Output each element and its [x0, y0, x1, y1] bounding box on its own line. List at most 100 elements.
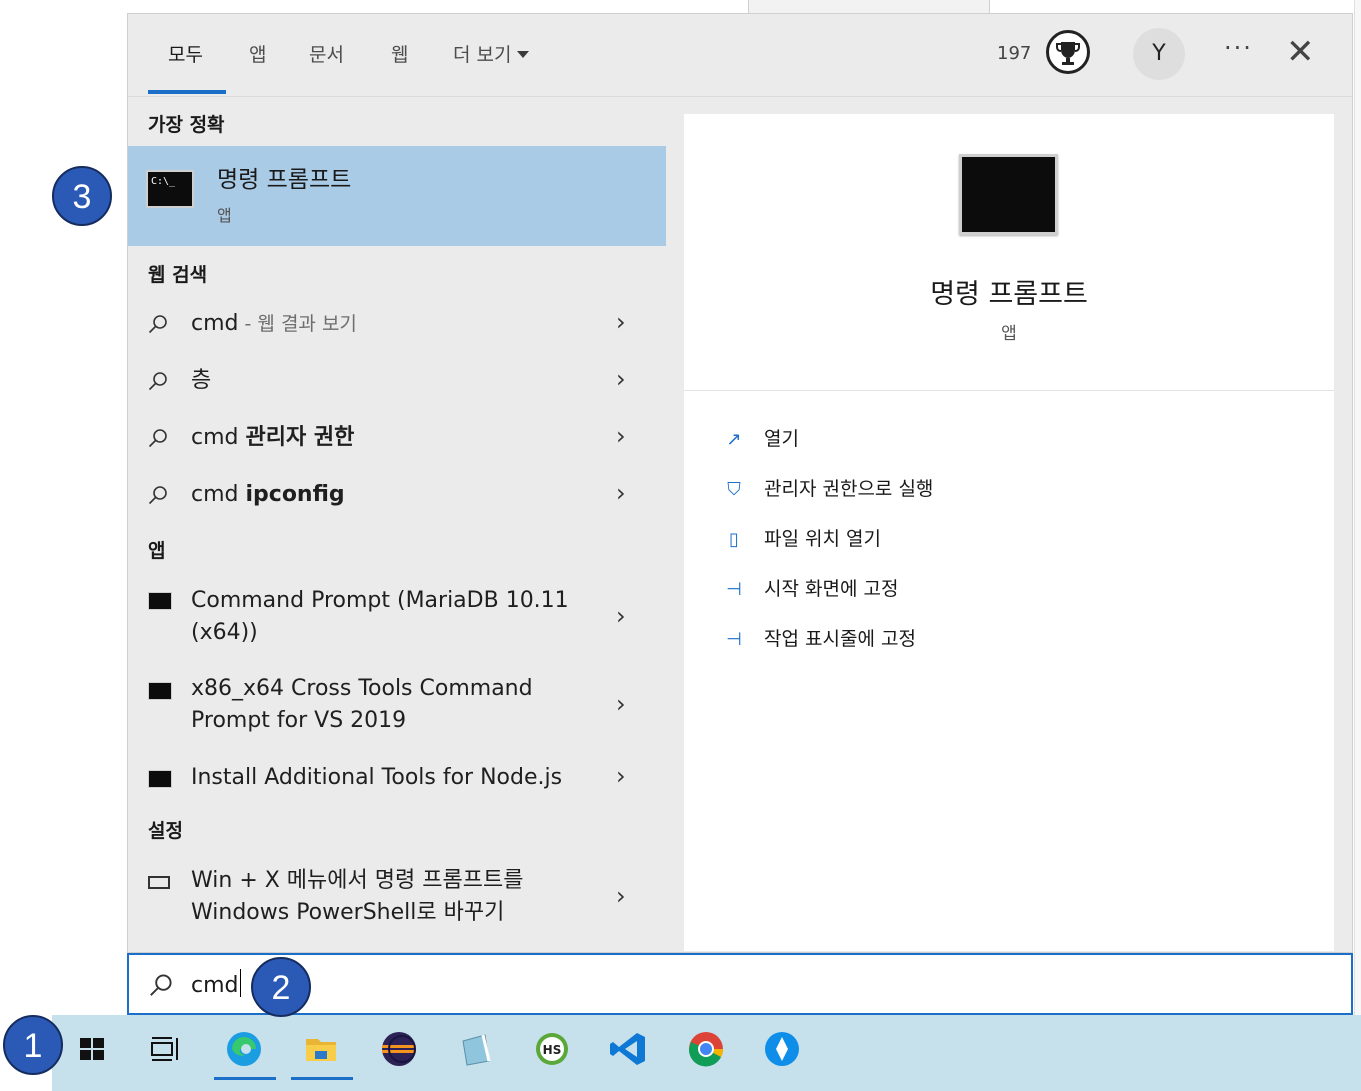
chevron-right-icon: › — [616, 422, 626, 450]
chevron-right-icon: › — [616, 882, 626, 910]
detail-title: 명령 프롬프트 — [930, 279, 1088, 310]
more-options-icon[interactable]: ··· — [1224, 34, 1253, 62]
app-result-row[interactable]: Install Additional Tools for Node.js › — [128, 760, 666, 800]
action-open-file-location-label: 파일 위치 열기 — [764, 528, 881, 550]
web-result-row[interactable]: cmd ipconfig › — [128, 477, 666, 517]
chevron-down-icon — [517, 51, 530, 58]
section-best-match: 가장 정확 — [148, 114, 225, 136]
command-prompt-large-icon — [959, 154, 1058, 235]
chevron-right-icon: › — [616, 479, 626, 507]
terminal-icon — [148, 682, 172, 700]
action-run-as-admin[interactable]: ⛉ 관리자 권한으로 실행 — [720, 474, 933, 501]
search-icon — [148, 486, 167, 505]
shield-icon: ⛉ — [727, 479, 741, 500]
app-result-line1: Install Additional Tools for Node.js — [191, 765, 563, 790]
chevron-right-icon: › — [616, 365, 626, 393]
folder-icon: ▯ — [729, 529, 739, 550]
pin-icon: ⊣ — [726, 579, 742, 600]
eclipse-icon[interactable] — [377, 1027, 421, 1071]
web-result-hint: - 웹 결과 보기 — [238, 313, 357, 335]
edge-icon[interactable] — [222, 1027, 266, 1071]
tab-web[interactable]: 웹 — [391, 40, 408, 67]
command-prompt-icon: C:\_ — [146, 170, 194, 208]
search-icon — [148, 429, 167, 448]
app-result-line1: x86_x64 Cross Tools Command — [191, 676, 533, 701]
web-result-query: 층 — [191, 368, 212, 393]
settings-result-line1: Win + X 메뉴에서 명령 프롬프트를 — [191, 868, 524, 893]
action-pin-to-start[interactable]: ⊣ 시작 화면에 고정 — [720, 574, 898, 601]
web-result-query: cmd — [191, 482, 246, 507]
web-result-query: cmd — [191, 311, 239, 336]
search-icon — [148, 372, 167, 391]
pin-icon: ⊣ — [726, 629, 742, 650]
tab-more[interactable]: 더 보기 — [453, 40, 530, 67]
best-match-item[interactable]: C:\_ 명령 프롬프트 앱 — [128, 146, 666, 246]
chevron-right-icon: › — [616, 690, 626, 718]
search-input-value: cmd — [191, 973, 239, 998]
tab-apps[interactable]: 앱 — [249, 40, 266, 67]
web-result-row[interactable]: 층 › — [128, 363, 666, 403]
text-cursor — [239, 969, 241, 997]
action-open[interactable]: ↗ 열기 — [720, 424, 799, 451]
web-result-query: cmd — [191, 425, 246, 450]
windows-start-icon[interactable] — [70, 1027, 114, 1071]
task-view-icon[interactable] — [143, 1027, 187, 1071]
web-result-row[interactable]: cmd - 웹 결과 보기 › — [128, 306, 666, 346]
detail-header: 명령 프롬프트 앱 — [684, 114, 1334, 391]
background-window-edge — [1354, 0, 1361, 1015]
running-indicator — [214, 1077, 276, 1080]
app-result-line2: (x64)) — [191, 620, 258, 645]
action-open-file-location[interactable]: ▯ 파일 위치 열기 — [720, 524, 881, 551]
chrome-icon[interactable] — [684, 1027, 728, 1071]
action-run-as-admin-label: 관리자 권한으로 실행 — [764, 478, 934, 500]
search-icon — [150, 974, 172, 996]
chevron-right-icon: › — [616, 602, 626, 630]
search-panel: 모두 앱 문서 웹 더 보기 197 Y ··· ✕ 가장 정확 C:\_ 명령… — [127, 13, 1353, 953]
results-list: 가장 정확 C:\_ 명령 프롬프트 앱 웹 검색 cmd - 웹 결과 보기 … — [128, 96, 666, 952]
app-result-line2: Prompt for VS 2019 — [191, 708, 407, 733]
app-result-row[interactable]: Command Prompt (MariaDB 10.11 (x64)) › — [128, 586, 666, 654]
rewards-points: 197 — [997, 43, 1032, 64]
app-result-row[interactable]: x86_x64 Cross Tools Command Prompt for VS… — [128, 674, 666, 742]
detail-subtitle: 앱 — [1001, 324, 1017, 344]
section-settings: 설정 — [148, 820, 183, 842]
search-icon — [148, 315, 167, 334]
open-icon: ↗ — [726, 429, 742, 450]
notepad-icon[interactable] — [453, 1027, 497, 1071]
step-badge-1: 1 — [3, 1015, 63, 1075]
step-badge-2: 2 — [251, 957, 311, 1017]
vscode-icon[interactable] — [607, 1027, 651, 1071]
settings-result-row[interactable]: Win + X 메뉴에서 명령 프롬프트를 Windows PowerShell로… — [128, 866, 666, 934]
action-pin-to-start-label: 시작 화면에 고정 — [764, 578, 899, 600]
web-result-suggestion: 관리자 권한 — [245, 425, 355, 450]
chevron-right-icon: › — [616, 762, 626, 790]
web-result-row[interactable]: cmd 관리자 권한 › — [128, 420, 666, 460]
best-match-title: 명령 프롬프트 — [217, 167, 352, 193]
tab-documents[interactable]: 문서 — [309, 40, 344, 67]
web-result-suggestion: ipconfig — [245, 482, 345, 507]
taskbar: HS — [52, 1015, 1361, 1091]
active-tab-indicator — [148, 90, 226, 94]
section-apps: 앱 — [148, 540, 166, 562]
trophy-icon[interactable] — [1046, 30, 1090, 74]
search-topbar: 모두 앱 문서 웹 더 보기 197 Y ··· ✕ — [128, 14, 1352, 97]
monitor-icon — [148, 876, 170, 889]
detail-pane: 명령 프롬프트 앱 ↗ 열기 ⛉ 관리자 권한으로 실행 ▯ 파일 위치 열기 ⊣ 시작… — [684, 114, 1334, 951]
action-pin-to-taskbar[interactable]: ⊣ 작업 표시줄에 고정 — [720, 624, 916, 651]
chevron-right-icon: › — [616, 308, 626, 336]
svg-text:HS: HS — [543, 1043, 562, 1057]
close-icon[interactable]: ✕ — [1286, 35, 1315, 69]
step-badge-3: 3 — [52, 166, 112, 226]
section-web-search: 웹 검색 — [148, 264, 208, 286]
user-avatar[interactable]: Y — [1133, 28, 1185, 80]
terminal-icon — [148, 592, 172, 610]
heidisql-icon[interactable]: HS — [530, 1027, 574, 1071]
tab-all[interactable]: 모두 — [168, 40, 203, 67]
best-match-subtitle: 앱 — [217, 206, 232, 225]
tab-more-label: 더 보기 — [453, 44, 512, 66]
file-explorer-icon[interactable] — [299, 1027, 343, 1071]
terminal-icon — [148, 770, 172, 788]
running-indicator — [291, 1077, 353, 1080]
action-pin-to-taskbar-label: 작업 표시줄에 고정 — [764, 628, 916, 650]
teamviewer-icon[interactable] — [760, 1027, 804, 1071]
